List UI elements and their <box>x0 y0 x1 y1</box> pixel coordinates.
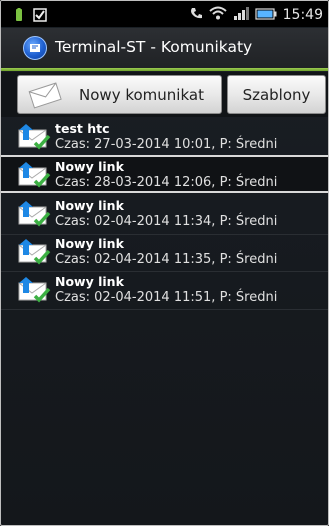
sent-mail-icon <box>16 199 52 233</box>
templates-button[interactable]: Szablony <box>227 75 326 114</box>
message-title: Nowy link <box>55 236 124 251</box>
message-item[interactable]: Nowy link Czas: 28-03-2014 12:06, P: Śre… <box>1 155 328 193</box>
phone-signal-icon <box>189 5 203 24</box>
message-meta: Czas: 02-04-2014 11:51, P: Średni <box>55 290 278 305</box>
message-item[interactable]: Nowy link Czas: 02-04-2014 11:35, P: Śre… <box>1 234 328 272</box>
list-divider <box>1 309 328 310</box>
wifi-icon <box>208 5 227 24</box>
message-title: test htc <box>55 121 110 136</box>
templates-label: Szablony <box>242 85 311 104</box>
new-message-button[interactable]: Nowy komunikat <box>17 75 222 114</box>
message-title: Nowy link <box>55 274 124 289</box>
message-item[interactable]: test htc Czas: 27-03-2014 10:01, P: Śred… <box>1 119 328 157</box>
page-title: Terminal-ST - Komunikaty <box>55 38 253 56</box>
battery-small-icon <box>15 7 23 26</box>
sent-mail-icon <box>16 160 52 194</box>
message-item[interactable]: Nowy link Czas: 02-04-2014 11:51, P: Śre… <box>1 272 328 310</box>
message-meta: Czas: 27-03-2014 10:01, P: Średni <box>55 137 278 152</box>
screen: 15:49 Terminal-ST - Komunikaty Nowy komu… <box>0 0 329 526</box>
message-meta: Czas: 28-03-2014 12:06, P: Średni <box>55 175 278 190</box>
message-title: Nowy link <box>55 159 124 174</box>
sent-mail-icon <box>16 237 52 271</box>
battery-icon <box>255 5 277 24</box>
message-title: Nowy link <box>55 198 124 213</box>
new-message-label: Nowy komunikat <box>79 85 204 104</box>
checkbox-notification-icon <box>33 7 47 26</box>
cellular-signal-icon <box>233 5 249 24</box>
status-bar: 15:49 <box>1 1 328 27</box>
sent-mail-icon <box>16 122 52 156</box>
message-meta: Czas: 02-04-2014 11:34, P: Średni <box>55 214 278 229</box>
message-item[interactable]: Nowy link Czas: 02-04-2014 11:34, P: Śre… <box>1 196 328 234</box>
sent-mail-icon <box>16 275 52 309</box>
title-divider <box>1 68 328 71</box>
envelope-icon <box>27 81 63 113</box>
app-logo-icon <box>23 36 47 60</box>
status-time: 15:49 <box>282 6 323 23</box>
message-meta: Czas: 02-04-2014 11:35, P: Średni <box>55 252 278 267</box>
